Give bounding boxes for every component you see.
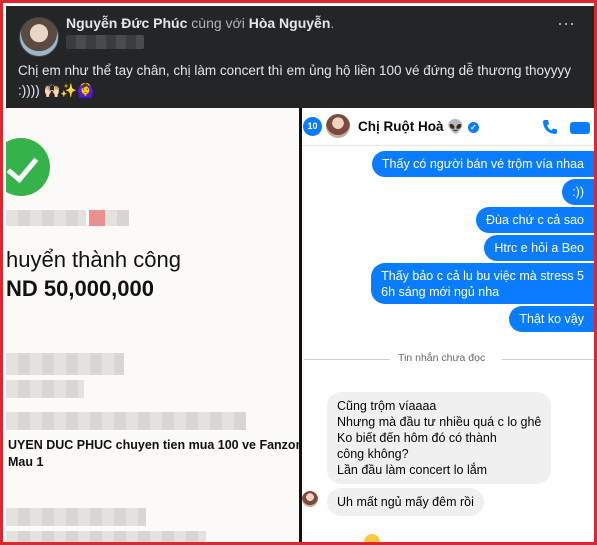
blurred-details-3: [6, 412, 246, 430]
memo-line-2: Mau 1: [8, 455, 44, 469]
with-text: cùng với: [191, 15, 245, 31]
chat-header: 10 Chị Ruột Hoà 👽 ✓: [302, 108, 594, 146]
transfer-status: huyển thành công: [6, 247, 181, 272]
unread-label: Tin nhắn chưa đọc: [398, 352, 486, 364]
post-header: Nguyễn Đức Phúc cùng với Hòa Nguyễn.: [66, 15, 334, 31]
contact-name[interactable]: Chị Ruột Hoà 👽 ✓: [358, 119, 479, 135]
blurred-bank-info: [6, 210, 86, 226]
unread-line-left: [304, 359, 390, 360]
unread-line-right: [502, 359, 594, 360]
more-options-icon[interactable]: ⋯: [557, 14, 576, 35]
contact-name-text: Chị Ruột Hoà 👽: [358, 119, 465, 134]
video-call-icon[interactable]: [570, 122, 590, 134]
blurred-details-2: [6, 380, 84, 398]
facebook-post: Nguyễn Đức Phúc cùng với Hòa Nguyễn. ⋯ C…: [6, 6, 594, 108]
outgoing-line: Thấy bảo c cả lu bu việc mà stress 5: [381, 269, 584, 283]
back-unread-badge[interactable]: 10: [303, 117, 322, 136]
messenger-chat: 10 Chị Ruột Hoà 👽 ✓ Thấy có người bán vé…: [302, 108, 594, 542]
blurred-color-swatch: [89, 210, 105, 226]
transfer-receipt: huyển thành công ND 50,000,000 UYEN DUC …: [6, 108, 299, 542]
blurred-bank-info-2: [105, 210, 129, 226]
outgoing-message-multiline: Thấy bảo c cả lu bu việc mà stress 5 6h …: [371, 263, 594, 304]
screenshot-frame: Nguyễn Đức Phúc cùng với Hòa Nguyễn. ⋯ C…: [0, 0, 597, 545]
incoming-message-multiline: Cũng trộm víaaaa Nhưng mà đầu tư nhiều q…: [327, 392, 552, 484]
incoming-message: Uh mất ngủ mấy đêm rồi: [327, 488, 484, 516]
outgoing-message: Thật ko vậy: [509, 306, 594, 332]
blurred-details-1: [6, 353, 124, 375]
incoming-line: công không?: [337, 447, 409, 461]
contact-avatar[interactable]: [326, 114, 350, 138]
post-timestamp-blurred: [66, 35, 144, 49]
contact-small-avatar: [302, 491, 318, 507]
author-name[interactable]: Nguyễn Đức Phúc: [66, 15, 187, 31]
outgoing-message: Htrc e hỏi a Beo: [484, 235, 594, 261]
incoming-line: Nhưng mà đầu tư nhiều quá c lo ghê: [337, 415, 542, 429]
period: .: [330, 15, 335, 31]
check-circle-icon: [6, 138, 50, 196]
phone-call-icon[interactable]: [542, 119, 558, 135]
blurred-details-4: [6, 508, 146, 526]
blurred-details-5: [6, 531, 206, 542]
post-caption: Chị em như thể tay chân, chị làm concert…: [18, 63, 572, 98]
outgoing-line: 6h sáng mới ngủ nha: [381, 285, 500, 299]
emoji-reaction-icon: [364, 534, 380, 542]
outgoing-message: :)): [562, 179, 594, 205]
unread-divider: Tin nhắn chưa đọc: [302, 352, 594, 366]
transfer-memo: UYEN DUC PHUC chuyen tien mua 100 ve Fan…: [8, 437, 299, 471]
tagged-name[interactable]: Hòa Nguyễn: [249, 15, 331, 31]
incoming-line: Ko biết đến hôm đó có thành: [337, 431, 497, 445]
outgoing-message: Đùa chứ c cả sao: [476, 207, 594, 233]
outgoing-message: Thấy có người bán vé trộm vía nhaa: [371, 151, 594, 177]
verified-icon: ✓: [467, 122, 479, 133]
author-avatar[interactable]: [19, 17, 59, 57]
incoming-line: Cũng trộm víaaaa: [337, 399, 437, 413]
incoming-line: Lần đầu làm concert lo lắm: [337, 463, 488, 477]
memo-line-1: UYEN DUC PHUC chuyen tien mua 100 ve Fan…: [8, 438, 299, 452]
transfer-amount: ND 50,000,000: [6, 276, 154, 301]
